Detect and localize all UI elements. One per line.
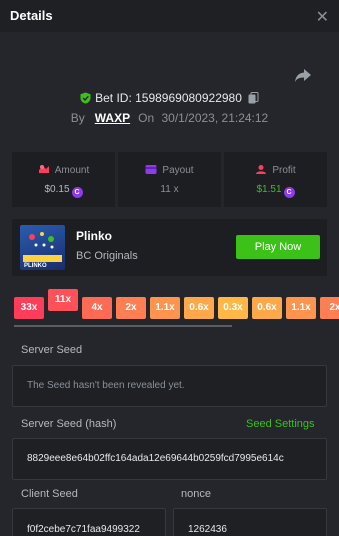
- profit-label: Profit: [272, 165, 296, 176]
- multiplier-chip: 11x: [48, 289, 78, 311]
- server-seed-hash-field[interactable]: 8829eee8e64b02ffc164ada12e69644b0259fcd7…: [12, 438, 327, 480]
- nonce-field[interactable]: 1262436: [173, 508, 327, 536]
- amount-value: $0.15: [44, 184, 70, 195]
- multiplier-chip: 33x: [14, 297, 44, 319]
- details-header: Details ✕: [0, 0, 339, 32]
- payout-value: 11 x: [160, 184, 179, 195]
- stat-amount: Amount $0.15 C: [12, 152, 115, 207]
- bet-user-link[interactable]: WAXP: [95, 111, 130, 125]
- bet-datetime: 30/1/2023, 21:24:12: [161, 111, 269, 125]
- profit-icon: [256, 165, 267, 174]
- multiplier-row: 33x 11x 4x 2x 1.1x 0.6x 0.3x 0.6x 1.1x 2x: [14, 289, 339, 323]
- multiplier-chip: 0.3x: [218, 297, 248, 319]
- on-label: On: [138, 111, 155, 125]
- stat-payout: Payout 11 x: [118, 152, 221, 207]
- client-seed-field[interactable]: f0f2cebe7c71faa9499322: [12, 508, 166, 536]
- multiplier-chip: 0.6x: [252, 297, 282, 319]
- bet-stats: Amount $0.15 C Payout 11 x Profit $1.51 C: [12, 152, 327, 207]
- share-icon[interactable]: [294, 68, 312, 84]
- multiplier-chip: 0.6x: [184, 297, 214, 319]
- multiplier-scroll-indicator[interactable]: [14, 325, 232, 327]
- coin-icon: C: [71, 187, 83, 198]
- bet-byline: By WAXP On 30/1/2023, 21:24:12: [0, 111, 339, 125]
- by-label: By: [70, 111, 85, 125]
- profit-value: $1.51: [256, 184, 282, 195]
- close-icon[interactable]: ✕: [316, 7, 329, 27]
- amount-label: Amount: [54, 165, 90, 176]
- multiplier-chip: 1.1x: [150, 297, 180, 319]
- multiplier-chip: 2x: [116, 297, 146, 319]
- game-provider: BC Originals: [76, 250, 138, 262]
- game-thumb-text: PLINKO: [24, 263, 47, 269]
- coin-icon: C: [283, 187, 295, 198]
- stat-profit: Profit $1.51 C: [224, 152, 327, 207]
- server-seed-hash-label: Server Seed (hash): [21, 418, 117, 430]
- play-now-button[interactable]: Play Now: [236, 235, 320, 259]
- details-title: Details: [10, 8, 53, 23]
- payout-icon: [145, 165, 157, 174]
- amount-icon: [38, 165, 49, 173]
- server-seed-field[interactable]: The Seed hasn't been revealed yet.: [12, 365, 327, 407]
- verified-shield-icon: [80, 92, 91, 104]
- multiplier-chip: 1.1x: [286, 297, 316, 319]
- bet-id-line: Bet ID: 1598969080922980: [0, 91, 339, 105]
- game-name: Plinko: [76, 229, 113, 243]
- game-thumbnail[interactable]: PLINKO: [20, 225, 65, 270]
- server-seed-label: Server Seed: [21, 344, 83, 356]
- nonce-label: nonce: [181, 488, 211, 500]
- multiplier-chip: 4x: [82, 297, 112, 319]
- seed-settings-link[interactable]: Seed Settings: [246, 418, 315, 430]
- payout-label: Payout: [162, 165, 194, 176]
- bet-id: Bet ID: 1598969080922980: [95, 91, 242, 105]
- copy-icon[interactable]: [248, 92, 259, 104]
- client-seed-label: Client Seed: [21, 488, 78, 500]
- game-card: PLINKO Plinko BC Originals Play Now: [12, 219, 327, 276]
- multiplier-chip: 2x: [320, 297, 339, 319]
